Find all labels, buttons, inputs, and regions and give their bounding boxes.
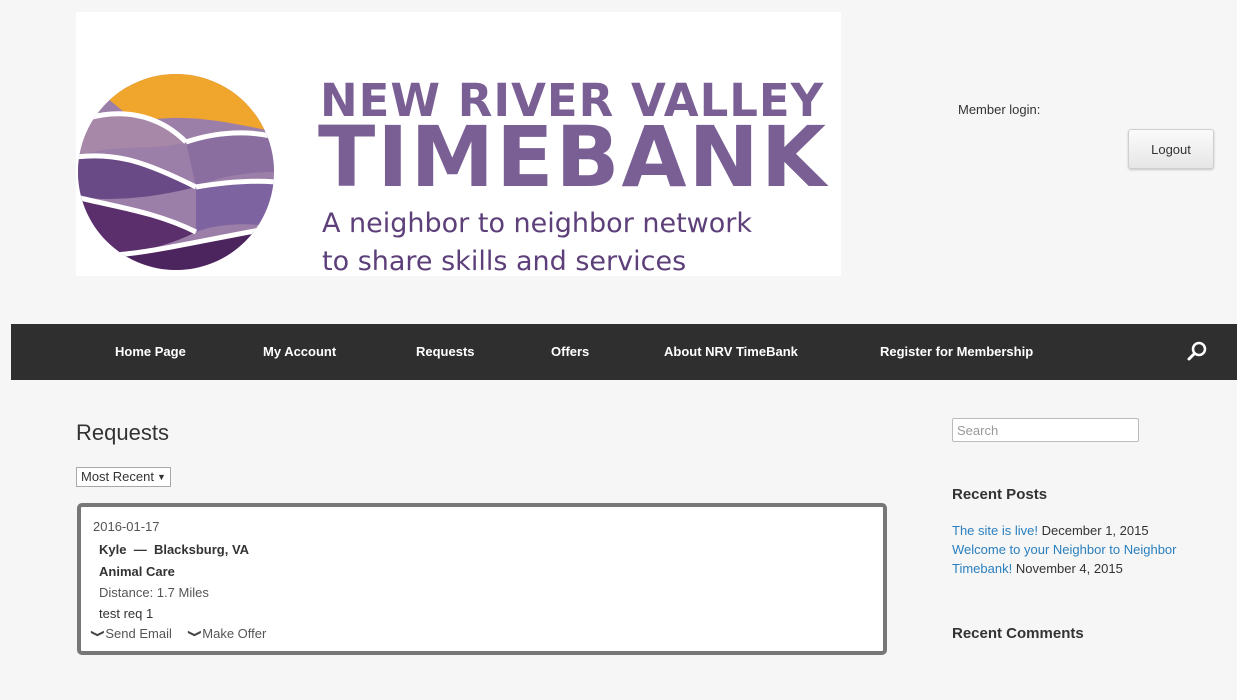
request-distance: Distance: 1.7 Miles <box>99 585 209 600</box>
recent-posts-list: The site is live! December 1, 2015 Welco… <box>952 521 1212 578</box>
main-nav: Home Page My Account Requests Offers Abo… <box>11 324 1237 380</box>
request-description: test req 1 <box>99 606 154 621</box>
page-title: Requests <box>76 420 169 445</box>
request-location: Blacksburg, VA <box>153 542 250 557</box>
chevron-down-icon: ❯ <box>186 629 202 638</box>
nav-requests[interactable]: Requests <box>416 324 475 380</box>
request-user[interactable]: Kyle <box>99 542 126 557</box>
logout-button[interactable]: Logout <box>1128 129 1214 169</box>
send-email-label: Send Email <box>105 626 172 641</box>
search-input[interactable] <box>952 418 1139 442</box>
recent-comments-title: Recent Comments <box>952 625 1084 642</box>
request-category: Animal Care <box>99 564 175 579</box>
nav-register[interactable]: Register for Membership <box>880 324 1033 380</box>
request-actions: ❯ Send Email ❯ Make Offer <box>90 626 267 641</box>
nav-about[interactable]: About NRV TimeBank <box>664 324 798 380</box>
site-logo[interactable]: NEW RIVER VALLEY TIMEBANK A neighbor to … <box>76 12 841 277</box>
separator: — <box>130 542 154 557</box>
send-email-button[interactable]: ❯ Send Email <box>90 626 172 641</box>
logo-title-line2: TIMEBANK <box>318 108 828 206</box>
search-icon[interactable] <box>1181 336 1213 368</box>
recent-post-link[interactable]: The site is live! <box>952 523 1038 538</box>
recent-post-date: December 1, 2015 <box>1041 523 1149 538</box>
nav-my-account[interactable]: My Account <box>263 324 336 380</box>
list-item: Welcome to your Neighbor to Neighbor Tim… <box>952 540 1212 578</box>
dropdown-arrow-icon: ▼ <box>156 472 166 482</box>
nav-offers[interactable]: Offers <box>551 324 589 380</box>
sort-select[interactable]: Most Recent ▼ <box>76 467 171 487</box>
nav-home-page[interactable]: Home Page <box>115 324 186 380</box>
request-user-location: Kyle — Blacksburg, VA <box>99 542 249 557</box>
logo-tagline-2: to share skills and services <box>322 246 687 277</box>
make-offer-button[interactable]: ❯ Make Offer <box>186 626 267 641</box>
recent-posts-title: Recent Posts <box>952 486 1048 503</box>
sort-select-value: Most Recent <box>81 469 154 484</box>
make-offer-label: Make Offer <box>202 626 267 641</box>
chevron-down-icon: ❯ <box>90 629 105 638</box>
request-card: 2016-01-17 Kyle — Blacksburg, VA Animal … <box>77 503 887 655</box>
logo-tagline-1: A neighbor to neighbor network <box>322 208 753 239</box>
recent-post-date: November 4, 2015 <box>1015 561 1123 576</box>
member-login-label: Member login: <box>958 102 1041 117</box>
list-item: The site is live! December 1, 2015 <box>952 521 1212 540</box>
logo-circle-icon <box>78 74 274 270</box>
request-date: 2016-01-17 <box>93 519 160 534</box>
